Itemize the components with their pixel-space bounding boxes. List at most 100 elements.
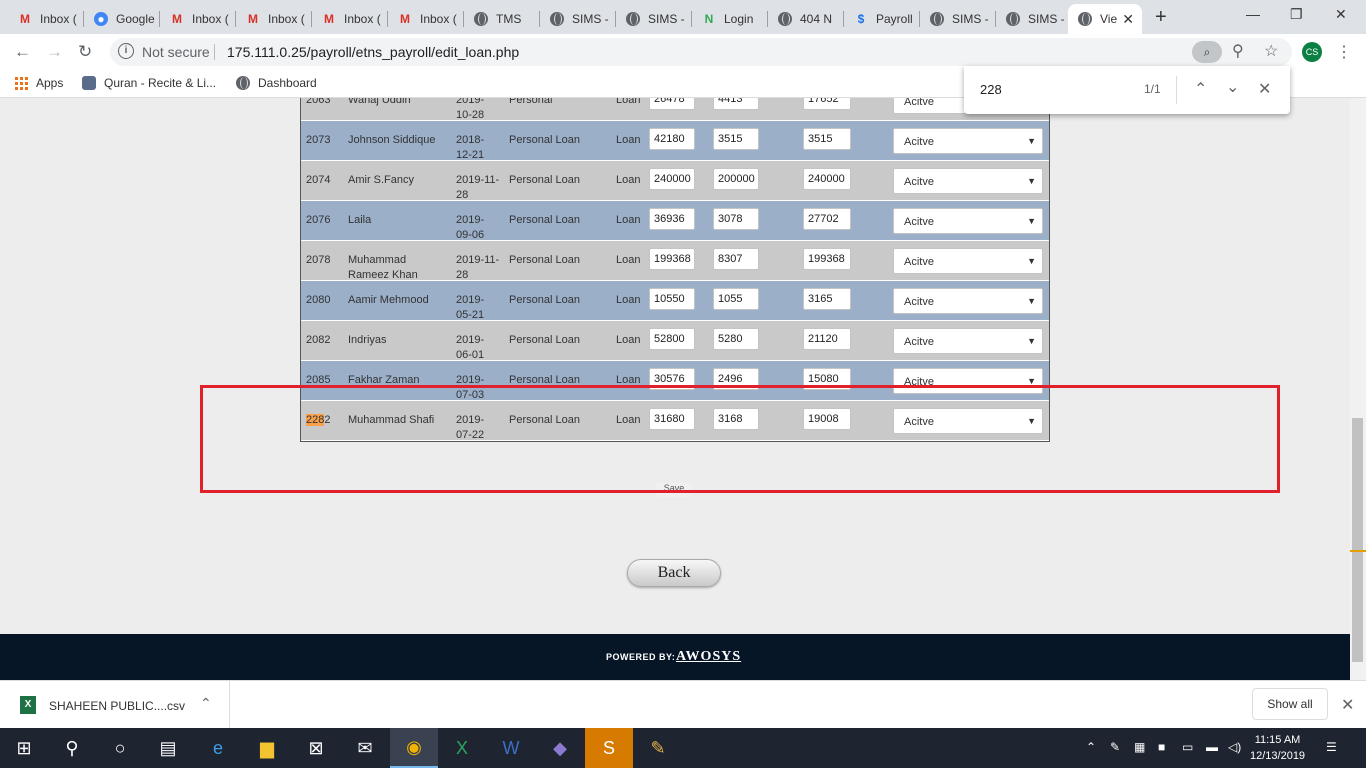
tab-12[interactable]: $ Payroll xyxy=(844,4,920,34)
status-select[interactable]: Acitve ▼ xyxy=(893,128,1043,154)
status-select[interactable]: Acitve ▼ xyxy=(893,328,1043,354)
tab-7[interactable]: TMS xyxy=(464,4,540,34)
tab-13[interactable]: SIMS - xyxy=(920,4,996,34)
tray-icon-1[interactable]: ✎ xyxy=(1110,740,1120,754)
bookmark-quran[interactable]: Quran - Recite & Li... xyxy=(82,76,216,90)
chevron-up-icon[interactable]: ⌃ xyxy=(200,695,212,712)
balance-input[interactable]: 3165 xyxy=(803,288,851,310)
address-bar[interactable]: i Not secure 175.111.0.25/payroll/etns_p… xyxy=(110,38,1292,66)
status-select[interactable]: Acitve ▼ xyxy=(893,208,1043,234)
globe-icon xyxy=(1006,12,1020,26)
amount-input[interactable]: 52800 xyxy=(649,328,695,350)
battery-icon[interactable]: ▬ xyxy=(1206,740,1218,754)
installment-input[interactable]: 3078 xyxy=(713,208,759,230)
bookmark-apps[interactable]: Apps xyxy=(15,76,63,90)
status-select[interactable]: Acitve ▼ xyxy=(893,168,1043,194)
forward-arrow-icon[interactable]: → xyxy=(46,42,63,62)
show-all-button[interactable]: Show all xyxy=(1252,688,1328,720)
amount-input[interactable]: 240000 xyxy=(649,168,695,190)
tray-chevron-icon[interactable]: ⌃ xyxy=(1086,740,1096,754)
back-button[interactable]: Back xyxy=(627,559,721,587)
volume-icon[interactable]: ◁) xyxy=(1228,740,1241,754)
tab-6[interactable]: M Inbox ( xyxy=(388,4,464,34)
tab-8[interactable]: SIMS - xyxy=(540,4,616,34)
system-clock[interactable]: 11:15 AM 12/13/2019 xyxy=(1250,732,1305,764)
balance-input[interactable]: 3515 xyxy=(803,128,851,150)
installment-input[interactable]: 3515 xyxy=(713,128,759,150)
windows-start-icon[interactable]: ⊞ xyxy=(0,728,48,768)
menu-icon[interactable]: ⋮ xyxy=(1336,42,1352,62)
find-previous-icon[interactable]: ⌃ xyxy=(1194,79,1207,99)
tray-icon-2[interactable]: ▦ xyxy=(1134,740,1145,754)
zoom-icon[interactable]: ⚲ xyxy=(1232,41,1244,61)
network-icon[interactable]: ▭ xyxy=(1182,740,1193,754)
task-view-icon[interactable]: ▤ xyxy=(144,728,192,768)
scrollbar-thumb[interactable] xyxy=(1352,418,1363,662)
installment-input[interactable]: 8307 xyxy=(713,248,759,270)
installment-input[interactable]: 200000 xyxy=(713,168,759,190)
close-window-button[interactable]: ✕ xyxy=(1335,6,1347,23)
minimize-button[interactable]: — xyxy=(1246,6,1260,22)
find-in-page-icon[interactable]: ⌕ xyxy=(1192,41,1222,63)
store-icon[interactable]: ⊠ xyxy=(292,728,340,768)
url-text[interactable]: 175.111.0.25/payroll/etns_payroll/edit_l… xyxy=(227,44,519,60)
mysql-workbench-icon[interactable]: ◆ xyxy=(536,728,584,768)
installment-input[interactable]: 1055 xyxy=(713,288,759,310)
close-downloads-icon[interactable]: ✕ xyxy=(1341,695,1354,715)
balance-input[interactable]: 240000 xyxy=(803,168,851,190)
balance-input[interactable]: 199368 xyxy=(803,248,851,270)
tab-4[interactable]: M Inbox ( xyxy=(236,4,312,34)
file-explorer-icon[interactable]: ▆ xyxy=(243,728,291,768)
download-item[interactable]: X SHAHEEN PUBLIC....csv ⌃ xyxy=(0,681,230,729)
mail-icon[interactable]: ✉ xyxy=(341,728,389,768)
edge-icon[interactable]: e xyxy=(194,728,242,768)
profile-avatar[interactable]: CS xyxy=(1302,42,1322,62)
bookmark-dashboard[interactable]: Dashboard xyxy=(236,76,317,90)
notifications-icon[interactable]: ☰ xyxy=(1326,740,1337,754)
new-tab-button[interactable]: + xyxy=(1155,6,1167,29)
back-arrow-icon[interactable]: ← xyxy=(14,42,31,62)
balance-input[interactable]: 21120 xyxy=(803,328,851,350)
tab-14[interactable]: SIMS - xyxy=(996,4,1068,34)
installment-input[interactable]: 5280 xyxy=(713,328,759,350)
search-icon[interactable]: ⚲ xyxy=(48,728,96,768)
tray-icon-3[interactable]: ■ xyxy=(1158,740,1165,754)
sublime-icon[interactable]: S xyxy=(585,728,633,768)
info-icon[interactable]: i xyxy=(118,43,134,59)
cortana-icon[interactable]: ○ xyxy=(96,728,144,768)
tab-3[interactable]: M Inbox ( xyxy=(160,4,236,34)
find-next-icon[interactable]: ⌄ xyxy=(1226,77,1239,97)
find-input[interactable]: 228 xyxy=(980,82,1002,97)
word-icon[interactable]: W xyxy=(487,728,535,768)
amount-input[interactable]: 199368 xyxy=(649,248,695,270)
balance-input[interactable]: 27702 xyxy=(803,208,851,230)
installment-input[interactable]: 4413 xyxy=(713,98,759,110)
amount-input[interactable]: 36936 xyxy=(649,208,695,230)
brand-link[interactable]: AWOSYS xyxy=(676,649,741,665)
tab-5[interactable]: M Inbox ( xyxy=(312,4,388,34)
tab-1[interactable]: M Inbox ( xyxy=(8,4,84,34)
status-select[interactable]: Acitve ▼ xyxy=(893,288,1043,314)
balance-input[interactable]: 17652 xyxy=(803,98,851,110)
reload-icon[interactable]: ↻ xyxy=(78,42,92,62)
security-status[interactable]: Not secure xyxy=(142,44,210,60)
globe-icon xyxy=(1078,12,1092,26)
amount-input[interactable]: 10550 xyxy=(649,288,695,310)
find-close-icon[interactable]: ✕ xyxy=(1258,79,1271,99)
paint-icon[interactable]: ✎ xyxy=(634,728,682,768)
gmail-icon: M xyxy=(248,12,258,26)
page-scrollbar[interactable] xyxy=(1350,98,1366,680)
status-select[interactable]: Acitve ▼ xyxy=(893,248,1043,274)
chrome-icon[interactable]: ◉ xyxy=(390,728,438,768)
tab-10[interactable]: N Login xyxy=(692,4,768,34)
tab-11[interactable]: 404 N xyxy=(768,4,844,34)
restore-button[interactable]: ❐ xyxy=(1290,6,1303,23)
tab-2[interactable]: ● Google xyxy=(84,4,160,34)
bookmark-star-icon[interactable]: ☆ xyxy=(1264,41,1278,61)
tab-active[interactable]: Vie ✕ xyxy=(1068,4,1142,34)
close-tab-icon[interactable]: ✕ xyxy=(1122,11,1134,28)
amount-input[interactable]: 26478 xyxy=(649,98,695,110)
tab-9[interactable]: SIMS - xyxy=(616,4,692,34)
amount-input[interactable]: 42180 xyxy=(649,128,695,150)
excel-icon[interactable]: X xyxy=(438,728,486,768)
